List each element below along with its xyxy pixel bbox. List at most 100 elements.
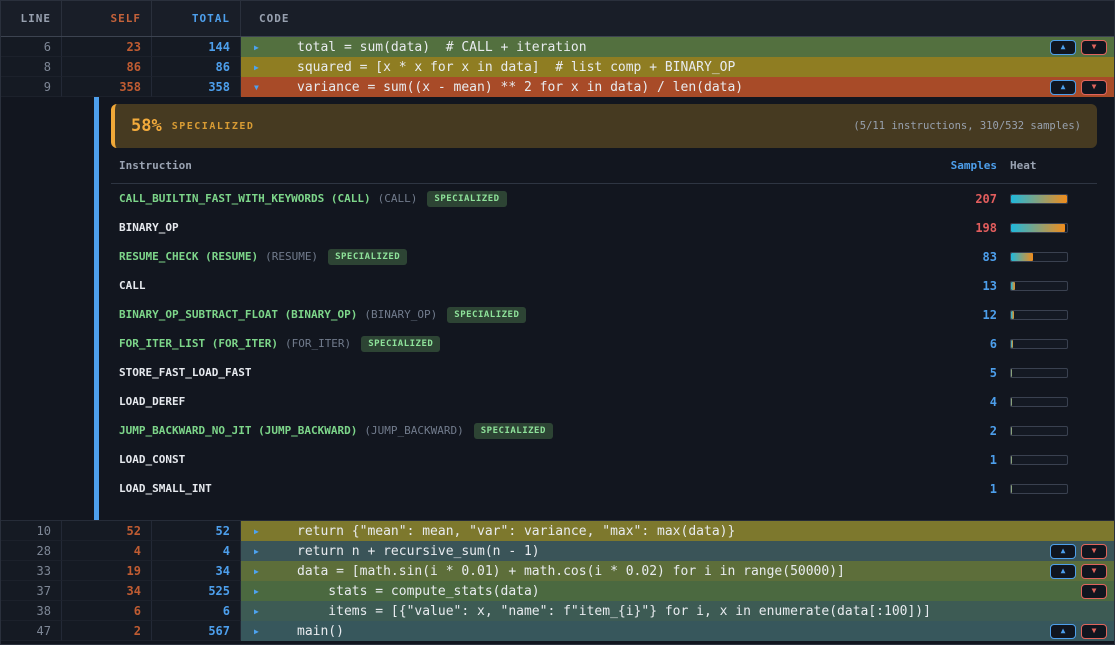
instruction-name: BINARY_OP_SUBTRACT_FLOAT (BINARY_OP) (BI…	[119, 307, 937, 323]
instruction-row: CALL 13	[111, 271, 1097, 300]
code-text: data = [math.sin(i * 0.01) + math.cos(i …	[297, 564, 845, 579]
expand-arrow-icon[interactable]: ▼	[254, 83, 264, 92]
move-down-button[interactable]: ▼	[1081, 40, 1107, 55]
instruction-name-text: JUMP_BACKWARD_NO_JIT (JUMP_BACKWARD)	[119, 424, 357, 437]
move-up-button[interactable]: ▲	[1050, 564, 1076, 579]
instruction-name: LOAD_SMALL_INT	[119, 482, 937, 495]
move-down-button[interactable]: ▼	[1081, 584, 1107, 599]
column-header-instruction: Instruction	[119, 159, 937, 172]
row-buttons: ▲ ▼	[1050, 564, 1107, 579]
instruction-row: LOAD_DEREF 4	[111, 387, 1097, 416]
specialized-badge: SPECIALIZED	[474, 423, 553, 439]
instruction-row: BINARY_OP 198	[111, 213, 1097, 242]
instruction-name: LOAD_DEREF	[119, 395, 937, 408]
code-cell[interactable]: ▶ data = [math.sin(i * 0.01) + math.cos(…	[241, 561, 1114, 581]
heat-bar-track	[1010, 368, 1068, 378]
code-table-header: LINE SELF TOTAL CODE	[1, 1, 1114, 37]
line-number: 9	[1, 77, 62, 97]
instruction-row: RESUME_CHECK (RESUME) (RESUME) SPECIALIZ…	[111, 242, 1097, 271]
expand-arrow-icon[interactable]: ▶	[254, 43, 264, 52]
instruction-name-text: RESUME_CHECK (RESUME)	[119, 250, 258, 263]
line-number: 37	[1, 581, 62, 601]
code-line-row: 37 34 525 ▶ stats = compute_stats(data) …	[1, 581, 1114, 601]
self-samples-value: 34	[62, 581, 152, 601]
heat-bar-fill	[1011, 282, 1015, 290]
code-line-row: 28 4 4 ▶ return n + recursive_sum(n - 1)…	[1, 541, 1114, 561]
total-samples-value: 144	[152, 37, 241, 57]
expand-arrow-icon[interactable]: ▶	[254, 627, 264, 636]
code-cell[interactable]: ▶ main() ▲ ▼	[241, 621, 1114, 641]
code-line-row: 47 2 567 ▶ main() ▲ ▼	[1, 621, 1114, 641]
instruction-name: CALL	[119, 279, 937, 292]
instruction-samples-value: 5	[937, 366, 997, 380]
code-line-row: 6 23 144 ▶ total = sum(data) # CALL + it…	[1, 37, 1114, 57]
code-text: stats = compute_stats(data)	[297, 584, 540, 599]
move-down-button[interactable]: ▼	[1081, 80, 1107, 95]
code-cell[interactable]: ▶ items = [{"value": x, "name": f"item_{…	[241, 601, 1114, 621]
code-cell[interactable]: ▶ squared = [x * x for x in data] # list…	[241, 57, 1114, 77]
heat-bar-fill	[1011, 253, 1033, 261]
expand-arrow-icon[interactable]: ▶	[254, 547, 264, 556]
heat-bar-track	[1010, 426, 1068, 436]
code-rows-above-panel: 6 23 144 ▶ total = sum(data) # CALL + it…	[1, 37, 1114, 97]
row-buttons: ▲ ▼	[1050, 80, 1107, 95]
specialized-badge: SPECIALIZED	[361, 336, 440, 352]
total-samples-value: 6	[152, 601, 241, 621]
instruction-base-name: (FOR_ITER)	[285, 337, 351, 350]
instruction-samples-value: 6	[937, 337, 997, 351]
code-cell[interactable]: ▶ total = sum(data) # CALL + iteration ▲…	[241, 37, 1114, 57]
move-up-button[interactable]: ▲	[1050, 544, 1076, 559]
specialization-summary: 58% SPECIALIZED (5/11 instructions, 310/…	[111, 104, 1097, 148]
code-cell[interactable]: ▶ stats = compute_stats(data) ▼	[241, 581, 1114, 601]
instruction-base-name: (BINARY_OP)	[364, 308, 437, 321]
self-samples-value: 2	[62, 621, 152, 641]
expand-arrow-icon[interactable]: ▶	[254, 607, 264, 616]
heat-bar-fill	[1011, 311, 1014, 319]
self-samples-value: 86	[62, 57, 152, 77]
heat-bar-track	[1010, 484, 1068, 494]
instruction-name: STORE_FAST_LOAD_FAST	[119, 366, 937, 379]
specialized-badge: SPECIALIZED	[328, 249, 407, 265]
code-text: return n + recursive_sum(n - 1)	[297, 544, 540, 559]
move-up-button[interactable]: ▲	[1050, 80, 1076, 95]
specialized-percent: 58%	[131, 116, 162, 136]
heat-bar-track	[1010, 310, 1068, 320]
expand-arrow-icon[interactable]: ▶	[254, 567, 264, 576]
move-down-button[interactable]: ▼	[1081, 564, 1107, 579]
line-number: 10	[1, 521, 62, 541]
move-down-button[interactable]: ▼	[1081, 544, 1107, 559]
heat-bar-track	[1010, 339, 1068, 349]
heat-bar-track	[1010, 252, 1068, 262]
instruction-samples-value: 2	[937, 424, 997, 438]
code-line-row: 33 19 34 ▶ data = [math.sin(i * 0.01) + …	[1, 561, 1114, 581]
code-line-row: 38 6 6 ▶ items = [{"value": x, "name": f…	[1, 601, 1114, 621]
expand-arrow-icon[interactable]: ▶	[254, 527, 264, 536]
heat-bar-track	[1010, 194, 1068, 204]
instruction-base-name: (CALL)	[378, 192, 418, 205]
heat-bar-fill	[1011, 224, 1065, 232]
expand-arrow-icon[interactable]: ▶	[254, 63, 264, 72]
instruction-row: FOR_ITER_LIST (FOR_ITER) (FOR_ITER) SPEC…	[111, 329, 1097, 358]
code-cell[interactable]: ▶ return n + recursive_sum(n - 1) ▲ ▼	[241, 541, 1114, 561]
expansion-rail	[94, 97, 99, 520]
instruction-row: CALL_BUILTIN_FAST_WITH_KEYWORDS (CALL) (…	[111, 184, 1097, 213]
total-samples-value: 86	[152, 57, 241, 77]
specialized-badge: SPECIALIZED	[447, 307, 526, 323]
instruction-name-text: LOAD_DEREF	[119, 395, 185, 408]
column-header-samples[interactable]: Samples	[937, 159, 997, 172]
code-cell[interactable]: ▼ variance = sum((x - mean) ** 2 for x i…	[241, 77, 1114, 97]
instruction-name: RESUME_CHECK (RESUME) (RESUME) SPECIALIZ…	[119, 249, 937, 265]
move-down-button[interactable]: ▼	[1081, 624, 1107, 639]
code-cell[interactable]: ▶ return {"mean": mean, "var": variance,…	[241, 521, 1114, 541]
instruction-name: CALL_BUILTIN_FAST_WITH_KEYWORDS (CALL) (…	[119, 191, 937, 207]
total-samples-value: 52	[152, 521, 241, 541]
instruction-samples-value: 13	[937, 279, 997, 293]
move-up-button[interactable]: ▲	[1050, 624, 1076, 639]
move-up-button[interactable]: ▲	[1050, 40, 1076, 55]
self-samples-value: 6	[62, 601, 152, 621]
heat-bar-track	[1010, 397, 1068, 407]
line-number: 33	[1, 561, 62, 581]
code-text: total = sum(data) # CALL + iteration	[297, 40, 587, 55]
expand-arrow-icon[interactable]: ▶	[254, 587, 264, 596]
total-samples-value: 34	[152, 561, 241, 581]
